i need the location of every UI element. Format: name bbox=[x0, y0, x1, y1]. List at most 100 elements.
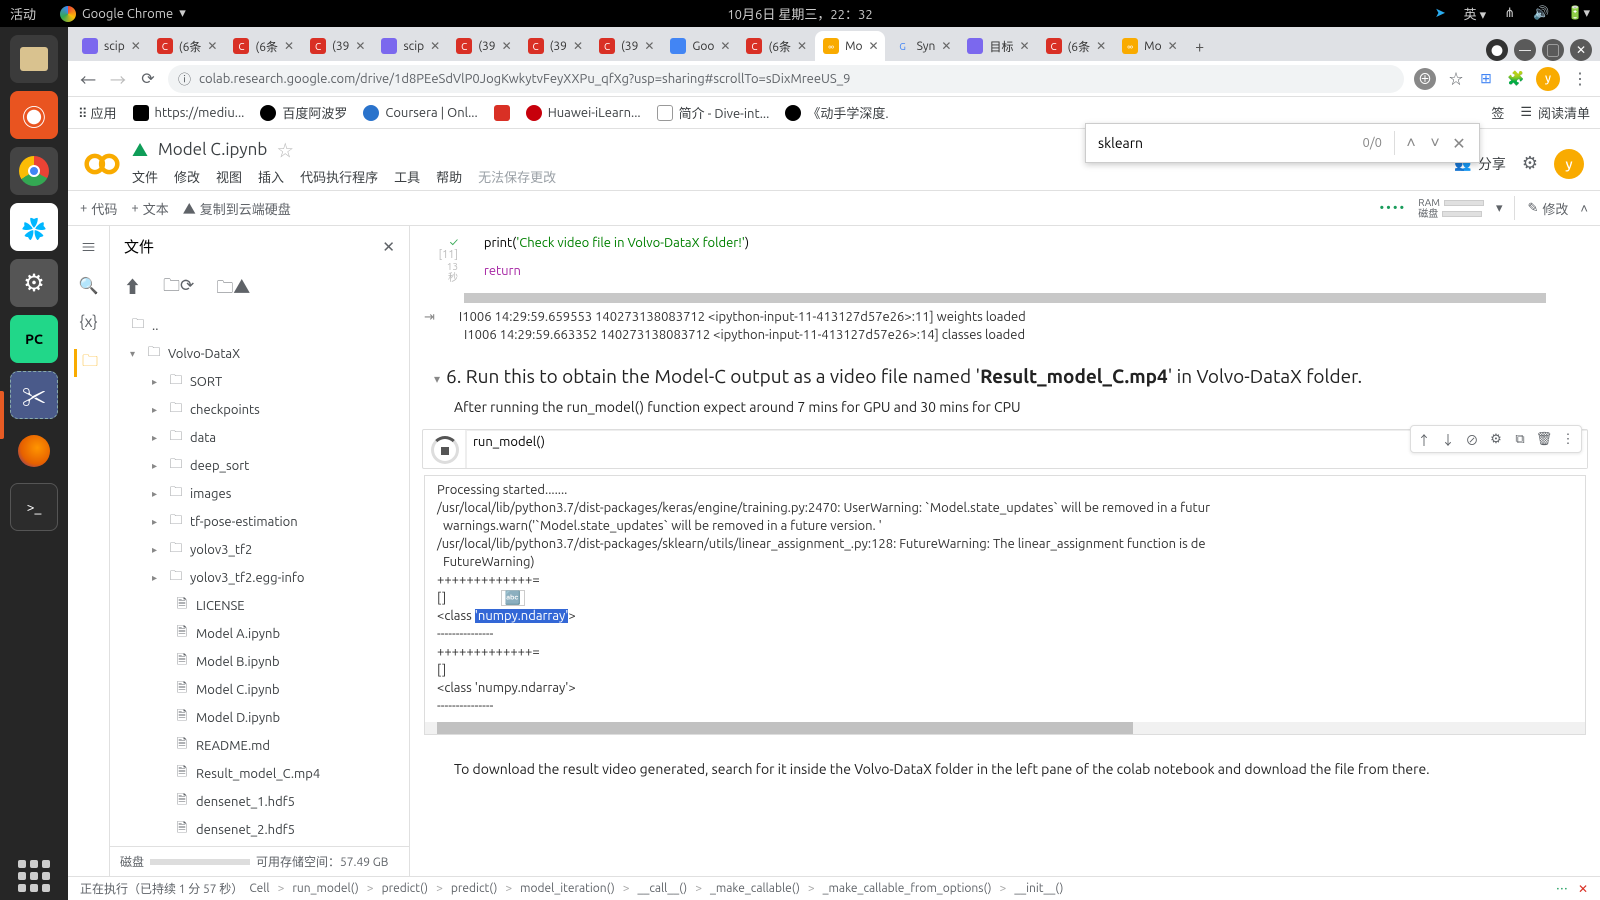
menu-view[interactable]: 视图 bbox=[216, 167, 242, 186]
refresh-icon[interactable]: 🗀⟳ bbox=[163, 273, 194, 304]
notebook-area[interactable]: ✓ [11] 13 秒 print('Check video file in V… bbox=[410, 226, 1600, 876]
tree-folder[interactable]: ▸🗀data bbox=[110, 424, 409, 452]
bookmarks-overflow[interactable]: 签 bbox=[1491, 103, 1504, 122]
menu-edit[interactable]: 修改 bbox=[174, 167, 200, 186]
add-code-button[interactable]: + 代码 bbox=[80, 199, 117, 218]
menu-icon[interactable]: ⋮ bbox=[1570, 69, 1590, 88]
dock-terminal[interactable]: >_ bbox=[10, 483, 58, 531]
tree-parent[interactable]: 🗀.. bbox=[110, 312, 409, 340]
vars-icon[interactable]: {x} bbox=[79, 313, 97, 331]
resource-meter[interactable]: RAM 磁盘 bbox=[1418, 197, 1484, 219]
tab[interactable]: C(6条✕ bbox=[225, 31, 300, 61]
close-icon[interactable]: ✕ bbox=[502, 39, 512, 53]
chevron-down-icon[interactable]: ▾ bbox=[1496, 201, 1503, 216]
close-icon[interactable]: ✕ bbox=[644, 39, 654, 53]
menu-insert[interactable]: 插入 bbox=[258, 167, 284, 186]
site-info-icon[interactable]: ⓘ bbox=[178, 69, 191, 88]
tab[interactable]: scip✕ bbox=[74, 31, 147, 61]
bookmark-item[interactable] bbox=[494, 105, 510, 121]
tree-file[interactable]: 🗎LICENSE bbox=[110, 592, 409, 620]
close-icon[interactable]: ✕ bbox=[1578, 882, 1588, 896]
bookmark-item[interactable]: https://mediu... bbox=[133, 105, 245, 121]
reading-list-button[interactable]: ☰ 阅读清单 bbox=[1520, 103, 1590, 122]
tree-file[interactable]: 🗎Model A.ipynb bbox=[110, 620, 409, 648]
close-icon[interactable]: ✕ bbox=[430, 39, 440, 53]
tree-folder[interactable]: ▸🗀SORT bbox=[110, 368, 409, 396]
tree-file[interactable]: 🗎Model C.ipynb bbox=[110, 676, 409, 704]
app-menu[interactable]: Google Chrome ▾ bbox=[60, 6, 186, 22]
window-close[interactable]: ✕ bbox=[1570, 39, 1592, 61]
tab[interactable]: GSyn✕ bbox=[887, 31, 958, 61]
dock-chrome[interactable] bbox=[10, 147, 58, 195]
translate-icon[interactable]: 🔤 bbox=[501, 590, 525, 606]
delete-icon[interactable]: 🗑 bbox=[1533, 428, 1555, 450]
dock-show-apps[interactable] bbox=[10, 852, 58, 900]
omnibox[interactable]: ⓘ colab.research.google.com/drive/1d8PEe… bbox=[168, 65, 1404, 93]
bookmark-item[interactable]: 百度阿波罗 bbox=[260, 103, 347, 122]
dock-app-blue[interactable]: ✿ bbox=[10, 203, 58, 251]
tab[interactable]: C(39✕ bbox=[520, 31, 589, 61]
code-editor[interactable]: print('Check video file in Volvo-DataX f… bbox=[464, 232, 1588, 287]
edit-button[interactable]: ✎ 修改 bbox=[1527, 199, 1568, 218]
star-icon[interactable]: ☆ bbox=[1446, 69, 1466, 89]
new-tab-button[interactable]: + bbox=[1186, 33, 1214, 61]
dock-screenshot[interactable]: ✂ bbox=[10, 371, 58, 419]
stack-label[interactable]: Cell bbox=[249, 882, 269, 895]
tab[interactable]: ∞Mo✕ bbox=[1114, 31, 1184, 61]
add-text-button[interactable]: + 文本 bbox=[131, 199, 168, 218]
wifi-icon[interactable]: ⋔ bbox=[1504, 6, 1515, 21]
more-icon[interactable]: ⋮ bbox=[1557, 428, 1579, 450]
bookmark-item[interactable]: 简介 - Dive-int... bbox=[657, 103, 770, 122]
tree-folder[interactable]: ▸🗀tf-pose-estimation bbox=[110, 508, 409, 536]
dock-pycharm[interactable]: PC bbox=[10, 315, 58, 363]
close-icon[interactable]: ✕ bbox=[1168, 39, 1178, 53]
tree-file[interactable]: 🗎densenet_2.hdf5 bbox=[110, 816, 409, 844]
stack-frame[interactable]: run_model() bbox=[292, 882, 358, 895]
find-next-button[interactable]: ˅ bbox=[1423, 134, 1447, 153]
stack-frame[interactable]: predict() bbox=[451, 882, 498, 895]
menu-runtime[interactable]: 代码执行程序 bbox=[300, 167, 378, 186]
menu-file[interactable]: 文件 bbox=[132, 167, 158, 186]
more-icon[interactable]: ⋯ bbox=[1556, 880, 1568, 897]
stack-frame[interactable]: model_iteration() bbox=[520, 882, 615, 895]
close-icon[interactable]: ✕ bbox=[1096, 39, 1106, 53]
close-icon[interactable]: ✕ bbox=[355, 39, 365, 53]
gear-icon[interactable]: ⚙ bbox=[1485, 428, 1507, 450]
tree-file[interactable]: 🗎Model D.ipynb bbox=[110, 704, 409, 732]
move-down-icon[interactable]: ↓ bbox=[1437, 428, 1459, 450]
apps-button[interactable]: ⠿ 应用 bbox=[78, 103, 117, 122]
close-icon[interactable]: ✕ bbox=[284, 39, 294, 53]
close-icon[interactable]: ✕ bbox=[207, 39, 217, 53]
close-icon[interactable]: ✕ bbox=[941, 39, 951, 53]
toc-icon[interactable]: ≡ bbox=[80, 234, 96, 258]
files-tab[interactable]: 🗀 bbox=[74, 349, 104, 377]
horiz-scrollbar[interactable] bbox=[425, 722, 1585, 734]
back-button[interactable]: ← bbox=[78, 67, 98, 91]
horiz-scrollbar[interactable] bbox=[464, 293, 1546, 303]
tree-folder[interactable]: ▸🗀yolov3_tf2.egg-info bbox=[110, 564, 409, 592]
tab[interactable]: C(6条✕ bbox=[1038, 31, 1113, 61]
close-icon[interactable]: ✕ bbox=[1019, 39, 1029, 53]
collapse-button[interactable]: ˄ bbox=[1580, 201, 1588, 216]
dock-settings[interactable]: ⚙ bbox=[10, 259, 58, 307]
output-toggle-icon[interactable]: ⇥ bbox=[424, 310, 435, 324]
window-maximize[interactable]: ▢ bbox=[1542, 39, 1564, 61]
puzzle-icon[interactable]: 🧩 bbox=[1506, 69, 1526, 89]
dock-firefox[interactable] bbox=[10, 427, 58, 475]
extension-icon[interactable]: ⊞ bbox=[1476, 69, 1496, 89]
tab[interactable]: C(39✕ bbox=[591, 31, 660, 61]
tree-folder[interactable]: ▾🗀Volvo-DataX bbox=[110, 340, 409, 368]
dock-files[interactable] bbox=[10, 35, 58, 83]
upload-icon[interactable]: ⬆ bbox=[124, 273, 141, 304]
copy-to-drive-button[interactable]: ▲ 复制到云端硬盘 bbox=[183, 199, 291, 218]
move-up-icon[interactable]: ↑ bbox=[1413, 428, 1435, 450]
close-icon[interactable]: ✕ bbox=[573, 39, 583, 53]
tree-folder[interactable]: ▸🗀checkpoints bbox=[110, 396, 409, 424]
telegram-indicator-icon[interactable]: ➤ bbox=[1435, 6, 1446, 21]
tab[interactable]: C(39✕ bbox=[448, 31, 517, 61]
bookmark-item[interactable]: Coursera | Onl... bbox=[363, 105, 477, 121]
translate-icon[interactable]: ⊕ bbox=[1414, 68, 1436, 90]
tree-file[interactable]: 🗎README.md bbox=[110, 732, 409, 760]
close-icon[interactable]: ✕ bbox=[720, 39, 730, 53]
tree-folder[interactable]: ▸🗀yolov3_tf2 bbox=[110, 536, 409, 564]
